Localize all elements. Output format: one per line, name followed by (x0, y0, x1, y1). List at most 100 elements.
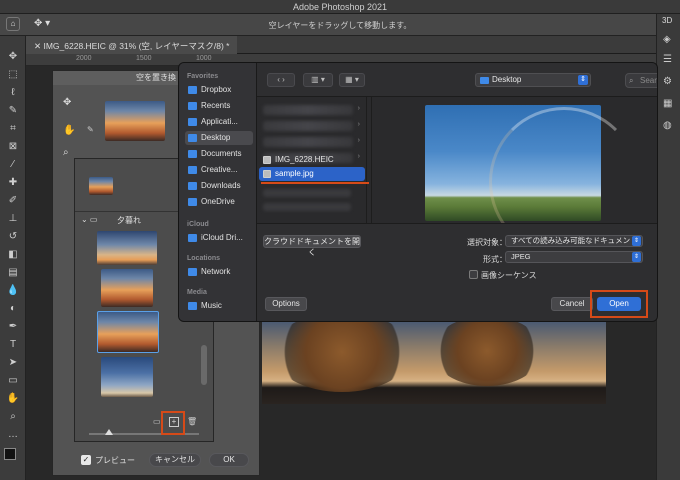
finder-toolbar: ‹ › ▥ ▾ ▦ ▾ Desktop ⇕ ⌕ Search (257, 63, 657, 97)
brush-tool-icon[interactable]: ✐ (6, 194, 20, 208)
eraser-tool-icon[interactable]: ◧ (6, 248, 20, 262)
sky-thumbnail[interactable] (101, 269, 153, 307)
sidebar-item-dropbox[interactable]: Dropbox (185, 83, 253, 97)
sky-cancel-button[interactable]: キャンセル (149, 453, 201, 467)
pen-tool-icon[interactable]: ✒ (6, 320, 20, 334)
enable-select[interactable]: すべての読み込み可能なドキュメント ⇕ (505, 235, 643, 247)
document-tab-bar: ✕ IMG_6228.HEIC @ 31% (空, レイヤーマスク/8) * (26, 36, 656, 54)
options-button[interactable]: Options (265, 297, 307, 311)
blur-tool-icon[interactable]: 💧 (6, 284, 20, 298)
sky-thumbnail[interactable] (101, 357, 153, 397)
trash-icon[interactable]: 🗑 (187, 417, 197, 426)
right-panel-strip: 3D ◈ ☰ ⚙ ▦ ◍ (656, 14, 680, 480)
adjustments-icon[interactable]: ☰ (663, 54, 672, 65)
sidebar-item-documents[interactable]: Documents (185, 147, 253, 161)
foreground-color-swatch[interactable] (4, 448, 16, 460)
search-input[interactable]: ⌕ Search (625, 73, 657, 88)
dropbox-icon (188, 86, 197, 94)
hand-tool-icon[interactable]: ✋ (6, 392, 20, 406)
more-tools-icon[interactable]: … (6, 428, 20, 442)
history-brush-tool-icon[interactable]: ↺ (6, 230, 20, 244)
stamp-tool-icon[interactable]: ⊥ (6, 212, 20, 226)
libraries-icon[interactable]: ▦ (663, 98, 672, 109)
folder-icon[interactable]: ⌄ ▭ (81, 215, 97, 224)
media-header: Media (187, 289, 207, 296)
panel-icon[interactable]: ◈ (663, 34, 671, 45)
crop-tool-icon[interactable]: ⌗ (6, 122, 20, 136)
open-button-highlight (590, 290, 648, 318)
search-placeholder: Search (640, 76, 657, 85)
icloud-icon (188, 234, 197, 242)
file-row[interactable]: IMG_6228.HEIC (259, 153, 365, 167)
sky-thumbnail[interactable] (97, 231, 157, 265)
folder-new-icon[interactable]: ▭ (153, 417, 161, 426)
folder-icon (480, 77, 489, 84)
search-icon: ⌕ (629, 76, 634, 85)
gradient-tool-icon[interactable]: ▤ (6, 266, 20, 280)
ruler-tick: 1000 (196, 55, 212, 62)
sky-brush-icon[interactable]: ✎ (87, 125, 94, 134)
eyedropper-tool-icon[interactable]: ⁄ (6, 158, 20, 172)
channels-icon[interactable]: ◍ (663, 120, 672, 131)
zoom-tool-icon[interactable]: ⌕ (63, 147, 69, 158)
options-bar: ⌂ ✥ ▾ 空レイヤーをドラッグして移動します。 (0, 14, 680, 36)
preview-checkbox[interactable]: ✓ (81, 455, 91, 465)
document-tab[interactable]: ✕ IMG_6228.HEIC @ 31% (空, レイヤーマスク/8) * (26, 36, 238, 54)
music-icon (188, 302, 197, 310)
zoom-tool-icon[interactable]: ⌕ (6, 410, 20, 424)
sidebar-item-icloud-drive[interactable]: iCloud Dri... (185, 231, 253, 245)
sidebar-item-desktop[interactable]: Desktop (185, 131, 253, 145)
slider-handle[interactable] (105, 429, 113, 435)
download-icon (188, 182, 197, 190)
applications-icon (188, 118, 197, 126)
sidebar-item-downloads[interactable]: Downloads (185, 179, 253, 193)
type-tool-icon[interactable]: T (6, 338, 20, 352)
chevron-updown-icon: ⇕ (632, 236, 641, 246)
sidebar-item-applications[interactable]: Applicati... (185, 115, 253, 129)
sidebar-item-creative-cloud[interactable]: Creative... (185, 163, 253, 177)
enable-label: 選択対象： (467, 238, 507, 247)
title-bar: Adobe Photoshop 2021 (0, 0, 680, 14)
dodge-tool-icon[interactable]: ◐ (6, 302, 20, 316)
format-label: 形式： (483, 255, 507, 264)
finder-sidebar: Favorites Dropbox Recents Applicati... D… (179, 63, 257, 321)
scrollbar[interactable] (201, 345, 207, 385)
hand-tool-icon[interactable]: ✋ (63, 125, 75, 136)
move-tool-icon[interactable]: ✥ (6, 50, 20, 64)
properties-icon[interactable]: ⚙ (663, 76, 672, 87)
location-select[interactable]: Desktop ⇕ (475, 73, 591, 87)
view-gallery-icon[interactable]: ▦ ▾ (339, 73, 365, 87)
frame-tool-icon[interactable]: ⊠ (6, 140, 20, 154)
format-select[interactable]: JPEG ⇕ (505, 251, 643, 263)
quick-select-tool-icon[interactable]: ✎ (6, 104, 20, 118)
image-sequence-checkbox[interactable] (469, 270, 478, 279)
sky-thumbnail-selected[interactable] (97, 311, 159, 353)
sidebar-item-recents[interactable]: Recents (185, 99, 253, 113)
sidebar-item-network[interactable]: Network (185, 265, 253, 279)
move-tool-icon[interactable]: ✥ (63, 97, 71, 108)
folder-label[interactable]: 夕暮れ (117, 215, 141, 226)
document-photo[interactable] (262, 312, 606, 404)
creative-cloud-icon (188, 166, 197, 174)
sky-preview-thumbnail[interactable] (105, 101, 165, 141)
document-icon (188, 150, 197, 158)
sidebar-item-music[interactable]: Music (185, 299, 253, 313)
cloud-docs-button[interactable]: クラウドドキュメントを開く (263, 235, 361, 257)
view-columns-icon[interactable]: ▥ ▾ (303, 73, 333, 87)
3d-panel-label[interactable]: 3D (662, 16, 672, 25)
path-select-tool-icon[interactable]: ➤ (6, 356, 20, 370)
open-file-dialog: Favorites Dropbox Recents Applicati... D… (178, 62, 658, 322)
shape-tool-icon[interactable]: ▭ (6, 374, 20, 388)
globe-icon (188, 268, 197, 276)
cancel-button[interactable]: Cancel (551, 297, 593, 311)
sidebar-item-onedrive[interactable]: OneDrive (185, 195, 253, 209)
healing-brush-tool-icon[interactable]: ✚ (6, 176, 20, 190)
marquee-tool-icon[interactable]: ⬚ (6, 68, 20, 82)
format-value: JPEG (511, 252, 531, 261)
sky-ok-button[interactable]: OK (209, 453, 249, 467)
desktop-icon (188, 134, 197, 142)
sky-thumbnail-small[interactable] (89, 177, 113, 195)
back-forward-buttons[interactable]: ‹ › (267, 73, 295, 87)
lasso-tool-icon[interactable]: ℓ (6, 86, 20, 100)
tree-image (272, 312, 412, 392)
